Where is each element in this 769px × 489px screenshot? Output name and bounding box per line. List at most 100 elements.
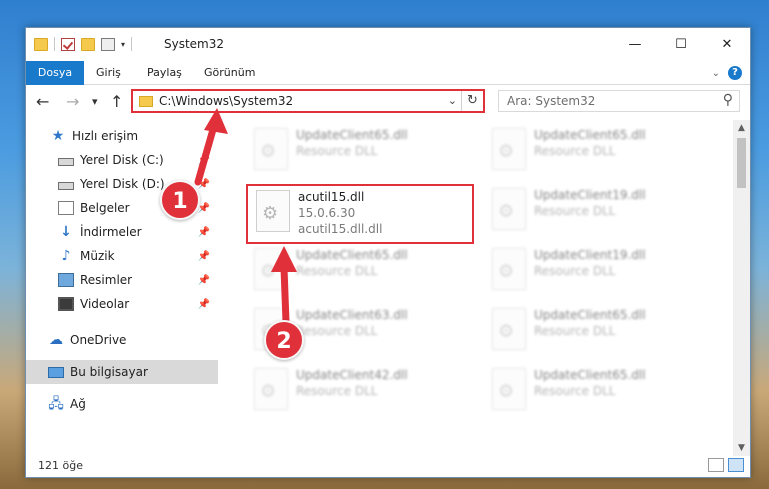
new-folder-icon[interactable] (81, 37, 95, 51)
file-item[interactable]: ⚙ UpdateClient65.dll Resource DLL (246, 124, 476, 178)
callout-1-badge: 1 (160, 180, 200, 220)
vertical-scrollbar[interactable]: ▲ ▼ (733, 120, 750, 456)
file-name: UpdateClient19.dll (534, 248, 646, 262)
customize-dropdown-icon[interactable]: ▾ (121, 40, 125, 49)
ribbon-tabs: Dosya Giriş Paylaş Görünüm ⌄ ? (26, 61, 750, 85)
scroll-up-icon[interactable]: ▲ (733, 120, 750, 136)
file-item-featured[interactable]: ⚙ acutil15.dll 15.0.6.30 acutil15.dll.dl… (246, 184, 474, 244)
pin-icon[interactable]: 📌 (198, 179, 210, 190)
sidebar-item-videos[interactable]: Videolar 📌 (26, 292, 218, 316)
computer-icon (48, 366, 64, 378)
file-item[interactable]: ⚙ UpdateClient65.dll Resource DLL (246, 244, 476, 298)
expand-ribbon-icon[interactable]: ⌄ (712, 68, 720, 79)
file-description: Resource DLL (534, 384, 616, 398)
file-name: UpdateClient65.dll (296, 128, 408, 142)
file-item[interactable]: ⚙ UpdateClient65.dll Resource DLL (484, 364, 714, 418)
sidebar-item-music[interactable]: ♪ Müzik 📌 (26, 244, 218, 268)
sidebar-item-label: Yerel Disk (C:) (80, 153, 164, 167)
file-item[interactable]: ⚙ UpdateClient19.dll Resource DLL (484, 184, 714, 238)
ribbon-help-area: ⌄ ? (712, 66, 742, 80)
gear-icon: ⚙ (260, 261, 277, 282)
file-name: UpdateClient65.dll (534, 128, 646, 142)
pin-icon[interactable]: 📌 (198, 275, 210, 286)
close-button[interactable]: ✕ (704, 28, 750, 60)
address-path[interactable]: C:\Windows\System32 (159, 94, 293, 108)
sidebar-item-pictures[interactable]: Resimler 📌 (26, 268, 218, 292)
tab-dosya[interactable]: Dosya (26, 61, 84, 85)
sidebar-item-local-disk-c[interactable]: Yerel Disk (C:) 📌 (26, 148, 218, 172)
recent-locations-button[interactable]: ▾ (92, 95, 98, 108)
explorer-window: ▾ System32 — ☐ ✕ Dosya Giriş Paylaş Görü… (25, 27, 751, 478)
dll-file-icon: ⚙ (254, 248, 288, 290)
tab-paylas[interactable]: Paylaş (147, 61, 182, 85)
folder-icon[interactable] (34, 37, 48, 51)
pin-icon[interactable]: 📌 (198, 251, 210, 262)
up-button[interactable]: ↑ (110, 92, 123, 111)
pin-icon[interactable]: 📌 (198, 155, 210, 166)
file-description: Resource DLL (534, 264, 616, 278)
toolbar-divider (54, 37, 55, 51)
sidebar-item-network[interactable]: 🖧 Ağ (26, 392, 218, 416)
file-name: UpdateClient63.dll (296, 308, 408, 322)
toolbar-divider (131, 37, 133, 51)
sidebar-item-label: Hızlı erişim (72, 129, 139, 143)
file-name: acutil15.dll (298, 190, 365, 204)
download-icon: ↓ (60, 224, 72, 240)
navigation-pane: ★ Hızlı erişim Yerel Disk (C:) 📌 Yerel D… (26, 120, 218, 448)
address-dropdown-icon[interactable]: ⌄ (448, 94, 457, 107)
dll-file-icon: ⚙ (492, 188, 526, 230)
sidebar-item-quick-access[interactable]: ★ Hızlı erişim (26, 124, 218, 148)
tiles-view-icon[interactable] (728, 458, 744, 472)
scroll-thumb[interactable] (737, 138, 746, 188)
forward-button[interactable]: → (66, 92, 79, 111)
file-description: Resource DLL (296, 144, 378, 158)
tab-giris[interactable]: Giriş (96, 61, 121, 85)
file-item[interactable]: ⚙ UpdateClient19.dll Resource DLL (484, 244, 714, 298)
dll-file-icon: ⚙ (492, 128, 526, 170)
help-icon[interactable]: ? (728, 66, 742, 80)
view-options-icon[interactable] (101, 37, 115, 51)
properties-check-icon[interactable] (61, 37, 75, 51)
file-version: 15.0.6.30 (298, 206, 356, 220)
file-description: Resource DLL (296, 324, 378, 338)
file-description: Resource DLL (534, 204, 616, 218)
scroll-down-icon[interactable]: ▼ (733, 440, 750, 456)
gear-icon: ⚙ (260, 381, 277, 402)
sidebar-item-downloads[interactable]: ↓ İndirmeler 📌 (26, 220, 218, 244)
network-icon: 🖧 (48, 396, 64, 412)
search-input[interactable]: Ara: System32 (507, 94, 595, 108)
sidebar-item-label: OneDrive (70, 333, 127, 347)
dll-file-icon: ⚙ (492, 308, 526, 350)
sidebar-item-label: Ağ (70, 397, 86, 411)
details-view-icon[interactable] (708, 458, 724, 472)
sidebar-item-label: İndirmeler (80, 225, 142, 239)
sidebar-item-this-pc[interactable]: Bu bilgisayar (26, 360, 218, 384)
gear-icon: ⚙ (498, 381, 515, 402)
gear-icon: ⚙ (498, 321, 515, 342)
dll-file-icon: ⚙ (254, 368, 288, 410)
videos-icon (58, 297, 74, 311)
tab-gorunum[interactable]: Görünüm (204, 61, 255, 85)
pin-icon[interactable]: 📌 (198, 299, 210, 310)
minimize-button[interactable]: — (612, 28, 658, 60)
file-item[interactable]: ⚙ UpdateClient42.dll Resource DLL (246, 364, 476, 418)
view-switcher (708, 458, 744, 472)
gear-icon: ⚙ (498, 261, 515, 282)
file-name: UpdateClient65.dll (296, 248, 408, 262)
file-list: ⚙ UpdateClient65.dll Resource DLL ⚙ acut… (226, 120, 734, 448)
pin-icon[interactable]: 📌 (198, 227, 210, 238)
search-icon[interactable]: ⚲ (723, 92, 733, 108)
file-description: Resource DLL (534, 324, 616, 338)
file-item[interactable]: ⚙ UpdateClient65.dll Resource DLL (484, 124, 714, 178)
file-name: UpdateClient42.dll (296, 368, 408, 382)
maximize-button[interactable]: ☐ (658, 28, 704, 60)
sidebar-item-onedrive[interactable]: ☁ OneDrive (26, 328, 218, 352)
file-item[interactable]: ⚙ UpdateClient65.dll Resource DLL (484, 304, 714, 358)
drive-icon (58, 181, 74, 190)
pictures-icon (58, 273, 74, 287)
dll-file-icon: ⚙ (492, 248, 526, 290)
back-button[interactable]: ← (36, 92, 49, 111)
address-bar[interactable]: C:\Windows\System32 ⌄ ↻ (131, 89, 485, 113)
search-box[interactable]: Ara: System32 ⚲ (498, 90, 740, 112)
refresh-button[interactable]: ↻ (461, 91, 483, 111)
